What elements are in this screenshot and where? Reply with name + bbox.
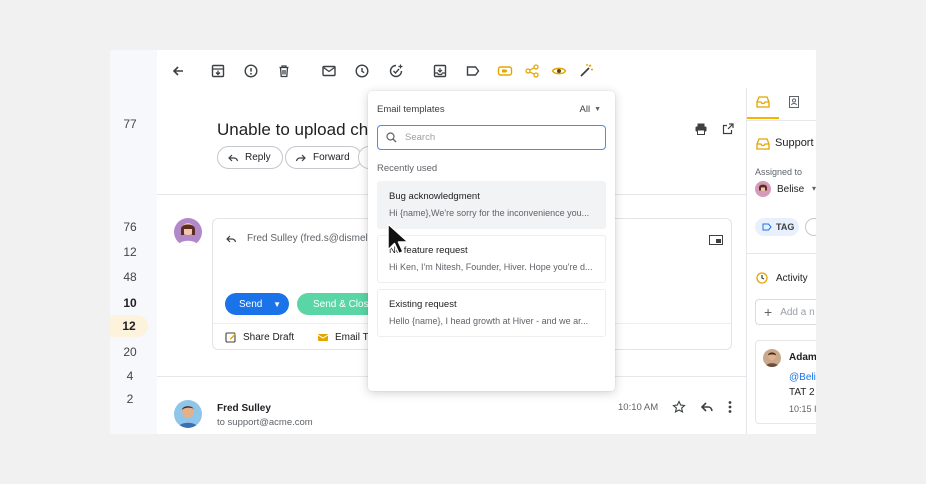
template-search-field[interactable] — [377, 125, 606, 150]
email-templates-button[interactable]: Email Te — [317, 331, 373, 343]
template-preview: Hello {name}, I head growth at Hiver - a… — [389, 316, 589, 326]
sender-name: Fred Sulley — [217, 403, 271, 414]
reply-icon[interactable] — [700, 400, 714, 414]
share-draft-button[interactable]: Share Draft — [225, 331, 294, 343]
active-tab-indicator — [747, 117, 779, 119]
folder-count[interactable]: 76 — [110, 220, 150, 234]
report-spam-icon[interactable] — [242, 62, 260, 80]
template-name: Bug acknowledgment — [389, 191, 480, 202]
assigned-to-label: Assigned to — [755, 167, 803, 177]
email-time: 10:10 AM — [618, 402, 659, 413]
tag-label: TAG — [776, 222, 795, 232]
avatar — [174, 218, 202, 246]
avatar — [174, 400, 202, 428]
comment-time: 10:15 I — [789, 404, 816, 414]
add-note-placeholder: Add a n — [780, 306, 815, 318]
forward-label: Forward — [313, 152, 350, 163]
more-vertical-icon[interactable] — [727, 400, 733, 414]
tag-chip[interactable]: TAG — [755, 218, 799, 236]
star-icon[interactable] — [672, 400, 686, 414]
avatar — [755, 181, 771, 197]
folder-count-selected[interactable]: 12 — [110, 315, 148, 337]
filter-label: All — [579, 104, 591, 115]
mouse-cursor-icon — [387, 223, 409, 255]
template-name: Existing request — [389, 299, 457, 310]
mail-icon[interactable] — [320, 62, 338, 80]
print-icon[interactable] — [694, 122, 708, 136]
send-button[interactable]: Send ▼ — [225, 293, 289, 315]
sender-recipient: to support@acme.com — [217, 417, 313, 428]
search-input[interactable] — [405, 132, 585, 143]
add-note-input[interactable]: + Add a n — [755, 299, 816, 325]
edit-icon — [225, 332, 236, 343]
reply-button[interactable]: Reply — [217, 146, 283, 169]
send-options-caret-icon[interactable]: ▼ — [273, 300, 281, 309]
move-to-icon[interactable] — [431, 62, 449, 80]
search-icon — [386, 132, 397, 143]
reply-icon — [228, 154, 239, 161]
assignee-name[interactable]: Belise — [777, 184, 804, 195]
snooze-icon[interactable] — [353, 62, 371, 80]
template-item[interactable]: Existing request Hello {name}, I head gr… — [377, 289, 606, 337]
forward-icon — [295, 154, 306, 161]
inbox-icon — [756, 138, 770, 150]
template-name: Ne feature request — [389, 245, 468, 256]
delete-icon[interactable] — [275, 62, 293, 80]
inbox-tab-icon[interactable] — [756, 96, 770, 108]
contact-tab-icon[interactable] — [788, 96, 800, 108]
folder-count[interactable]: 48 — [110, 270, 150, 284]
dropdown-title: Email templates — [377, 104, 445, 115]
divider — [747, 120, 816, 121]
template-preview: Hi {name},We're sorry for the inconvenie… — [389, 208, 590, 218]
folder-count[interactable]: 12 — [110, 245, 150, 259]
tag-icon[interactable] — [496, 62, 514, 80]
activity-label: Activity — [776, 273, 808, 284]
app-frame: 77 76 12 48 10 12 20 4 2 Unable to uploa… — [110, 50, 816, 434]
folder-count-rail: 77 76 12 48 10 12 20 4 2 — [110, 50, 157, 434]
folder-count[interactable]: 10 — [110, 296, 150, 310]
back-arrow-icon[interactable] — [169, 62, 187, 80]
divider — [747, 253, 816, 254]
toolbar — [157, 50, 747, 92]
email-subject: Unable to upload char — [217, 120, 384, 139]
template-icon — [317, 334, 329, 341]
chevron-down-icon: ▼ — [594, 106, 601, 113]
send-close-label: Send & Close — [313, 298, 375, 310]
template-preview: Hi Ken, I'm Nitesh, Founder, Hiver. Hope… — [389, 262, 593, 272]
assignee-caret-icon[interactable]: ▾ — [812, 184, 816, 193]
folder-count[interactable]: 77 — [110, 117, 150, 131]
add-tag-button[interactable] — [805, 218, 816, 236]
eye-icon[interactable] — [550, 62, 568, 80]
folder-count[interactable]: 2 — [110, 392, 150, 406]
activity-icon — [756, 272, 768, 284]
support-inbox-label[interactable]: Support — [775, 137, 814, 149]
comment-mention[interactable]: @Belis — [789, 372, 816, 383]
archive-icon[interactable] — [209, 62, 227, 80]
comment-author: Adam — [789, 352, 816, 363]
send-label: Send — [239, 298, 263, 310]
magic-wand-icon[interactable] — [577, 62, 595, 80]
recently-used-heading: Recently used — [377, 163, 438, 174]
open-in-new-icon[interactable] — [721, 122, 735, 136]
folder-count[interactable]: 20 — [110, 345, 150, 359]
reply-label: Reply — [245, 152, 271, 163]
reply-icon[interactable] — [225, 233, 237, 245]
popout-icon[interactable] — [709, 235, 723, 245]
plus-icon: + — [764, 304, 773, 320]
forward-button[interactable]: Forward — [285, 146, 362, 169]
add-task-icon[interactable] — [387, 62, 405, 80]
share-draft-label: Share Draft — [243, 331, 295, 343]
folder-count[interactable]: 4 — [110, 369, 150, 383]
comment-text: TAT 2 — [789, 387, 815, 398]
compose-recipient[interactable]: Fred Sulley (fred.s@dismelt — [247, 233, 371, 244]
label-icon[interactable] — [464, 62, 482, 80]
template-filter-select[interactable]: All ▼ — [580, 104, 602, 115]
tag-icon — [762, 223, 772, 231]
share-icon[interactable] — [523, 62, 541, 80]
avatar — [763, 349, 781, 367]
